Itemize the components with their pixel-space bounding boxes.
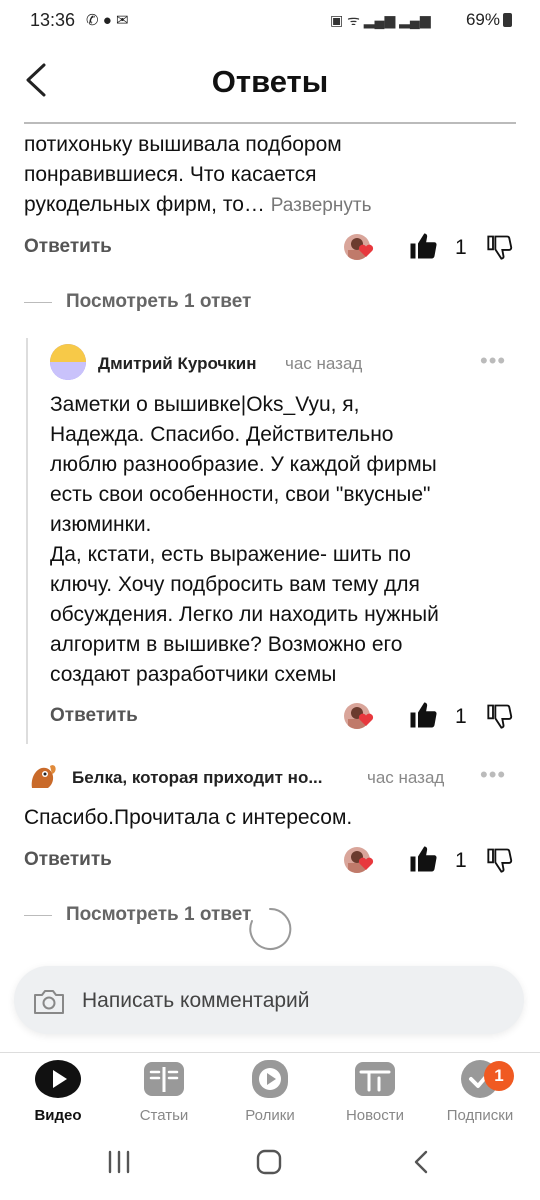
notification-icons: ✆ ● ✉ (86, 12, 129, 29)
heart-icon (358, 857, 374, 870)
heart-icon (358, 713, 374, 726)
expand-link[interactable]: Развернуть (271, 195, 372, 216)
more-icon[interactable]: ••• (480, 762, 506, 788)
like-icon[interactable] (408, 231, 438, 261)
view-replies-link[interactable]: Посмотреть 1 ответ (66, 904, 251, 926)
nav-label: Подписки (446, 1107, 514, 1124)
battery-level: 69% (465, 10, 500, 29)
nav-item-subscriptions[interactable]: Подписки (430, 1058, 530, 1124)
heart-icon (358, 244, 374, 257)
notification-badge: 1 (484, 1061, 514, 1091)
signal-icons: ▣ ᯤ ▂▄▆ ▂▄▆ (330, 12, 431, 28)
like-icon[interactable] (408, 844, 438, 874)
view-replies-link[interactable]: Посмотреть 1 ответ (66, 291, 251, 313)
home-icon[interactable] (256, 1149, 282, 1175)
camera-icon[interactable] (32, 988, 66, 1016)
more-icon[interactable]: ••• (480, 348, 506, 374)
author-avatar[interactable] (50, 344, 86, 380)
status-time: 13:36 (30, 10, 76, 30)
like-icon[interactable] (408, 700, 438, 730)
comment-text: потихоньку вышивала подбором понравившие… (24, 130, 371, 221)
page-title: Ответы (211, 64, 329, 99)
articles-icon (144, 1062, 184, 1096)
reply-text: Заметки о вышивке|Oks_Vyu, я, Надежда. С… (50, 390, 520, 690)
nav-item-video[interactable]: Видео (8, 1058, 108, 1124)
nav-label: Видео (34, 1107, 82, 1124)
reply-line: обсуждения. Легко ли находить нужный (50, 603, 439, 626)
dislike-icon[interactable] (486, 846, 514, 874)
nav-item-articles[interactable]: Статьи (114, 1058, 214, 1124)
reply-button[interactable]: Ответить (24, 236, 112, 258)
like-count: 1 (455, 236, 467, 259)
like-count: 1 (455, 705, 467, 728)
reply-line: люблю разнообразие. У каждой фирмы (50, 453, 437, 476)
reply-line: Да, кстати, есть выражение- шить по (50, 543, 411, 566)
comment-line: потихоньку вышивала подбором (24, 133, 342, 156)
author-avatar[interactable] (24, 758, 60, 794)
nav-label: Новости (345, 1107, 405, 1124)
author-name[interactable]: Белка, которая приходит но... (72, 768, 323, 788)
recent-apps-icon[interactable] (106, 1150, 132, 1174)
news-icon (355, 1062, 395, 1096)
nav-item-clips[interactable]: Ролики (220, 1058, 320, 1124)
play-icon (35, 1060, 81, 1098)
nav-item-news[interactable]: Новости (325, 1058, 425, 1124)
clips-icon (252, 1060, 288, 1098)
comment-input-placeholder[interactable]: Написать комментарий (82, 989, 310, 1013)
dislike-icon[interactable] (486, 702, 514, 730)
dislike-icon[interactable] (486, 233, 514, 261)
thread-indicator (26, 338, 28, 744)
like-count: 1 (455, 849, 467, 872)
system-back-icon[interactable] (412, 1150, 430, 1174)
loading-spinner-icon (249, 907, 292, 950)
reply-line: ключу. Хочу подбросить вам тему для (50, 573, 420, 596)
header-divider (24, 122, 516, 124)
comment-text: Спасибо.Прочитала с интересом. (24, 806, 353, 829)
reply-line: есть свои особенности, свои "вкусные" (50, 483, 431, 506)
reply-line: Надежда. Спасибо. Действительно (50, 423, 394, 446)
reply-line: Заметки о вышивке|Oks_Vyu, я, (50, 393, 360, 416)
view-replies-line (24, 302, 52, 303)
view-replies-line (24, 915, 52, 916)
author-name[interactable]: Дмитрий Курочкин (98, 354, 257, 374)
comment-time: час назад (285, 354, 363, 373)
battery-icon (503, 13, 512, 27)
comment-line: рукодельных фирм, то… (24, 193, 265, 216)
nav-divider (0, 1052, 540, 1053)
comment-time: час назад (367, 768, 445, 787)
reply-line: изюминки. (50, 513, 152, 536)
reply-button[interactable]: Ответить (50, 705, 138, 727)
status-bar: 13:36 ✆ ● ✉ ▣ ᯤ ▂▄▆ ▂▄▆ 69% (0, 0, 540, 40)
reply-line: алгоритм в вышивке? Возможно его (50, 633, 403, 656)
reply-button[interactable]: Ответить (24, 849, 112, 871)
nav-label: Ролики (245, 1107, 295, 1124)
nav-label: Статьи (139, 1107, 189, 1124)
comment-line: понравившиеся. Что касается (24, 163, 317, 186)
reply-line: создают разработчики схемы (50, 663, 337, 686)
